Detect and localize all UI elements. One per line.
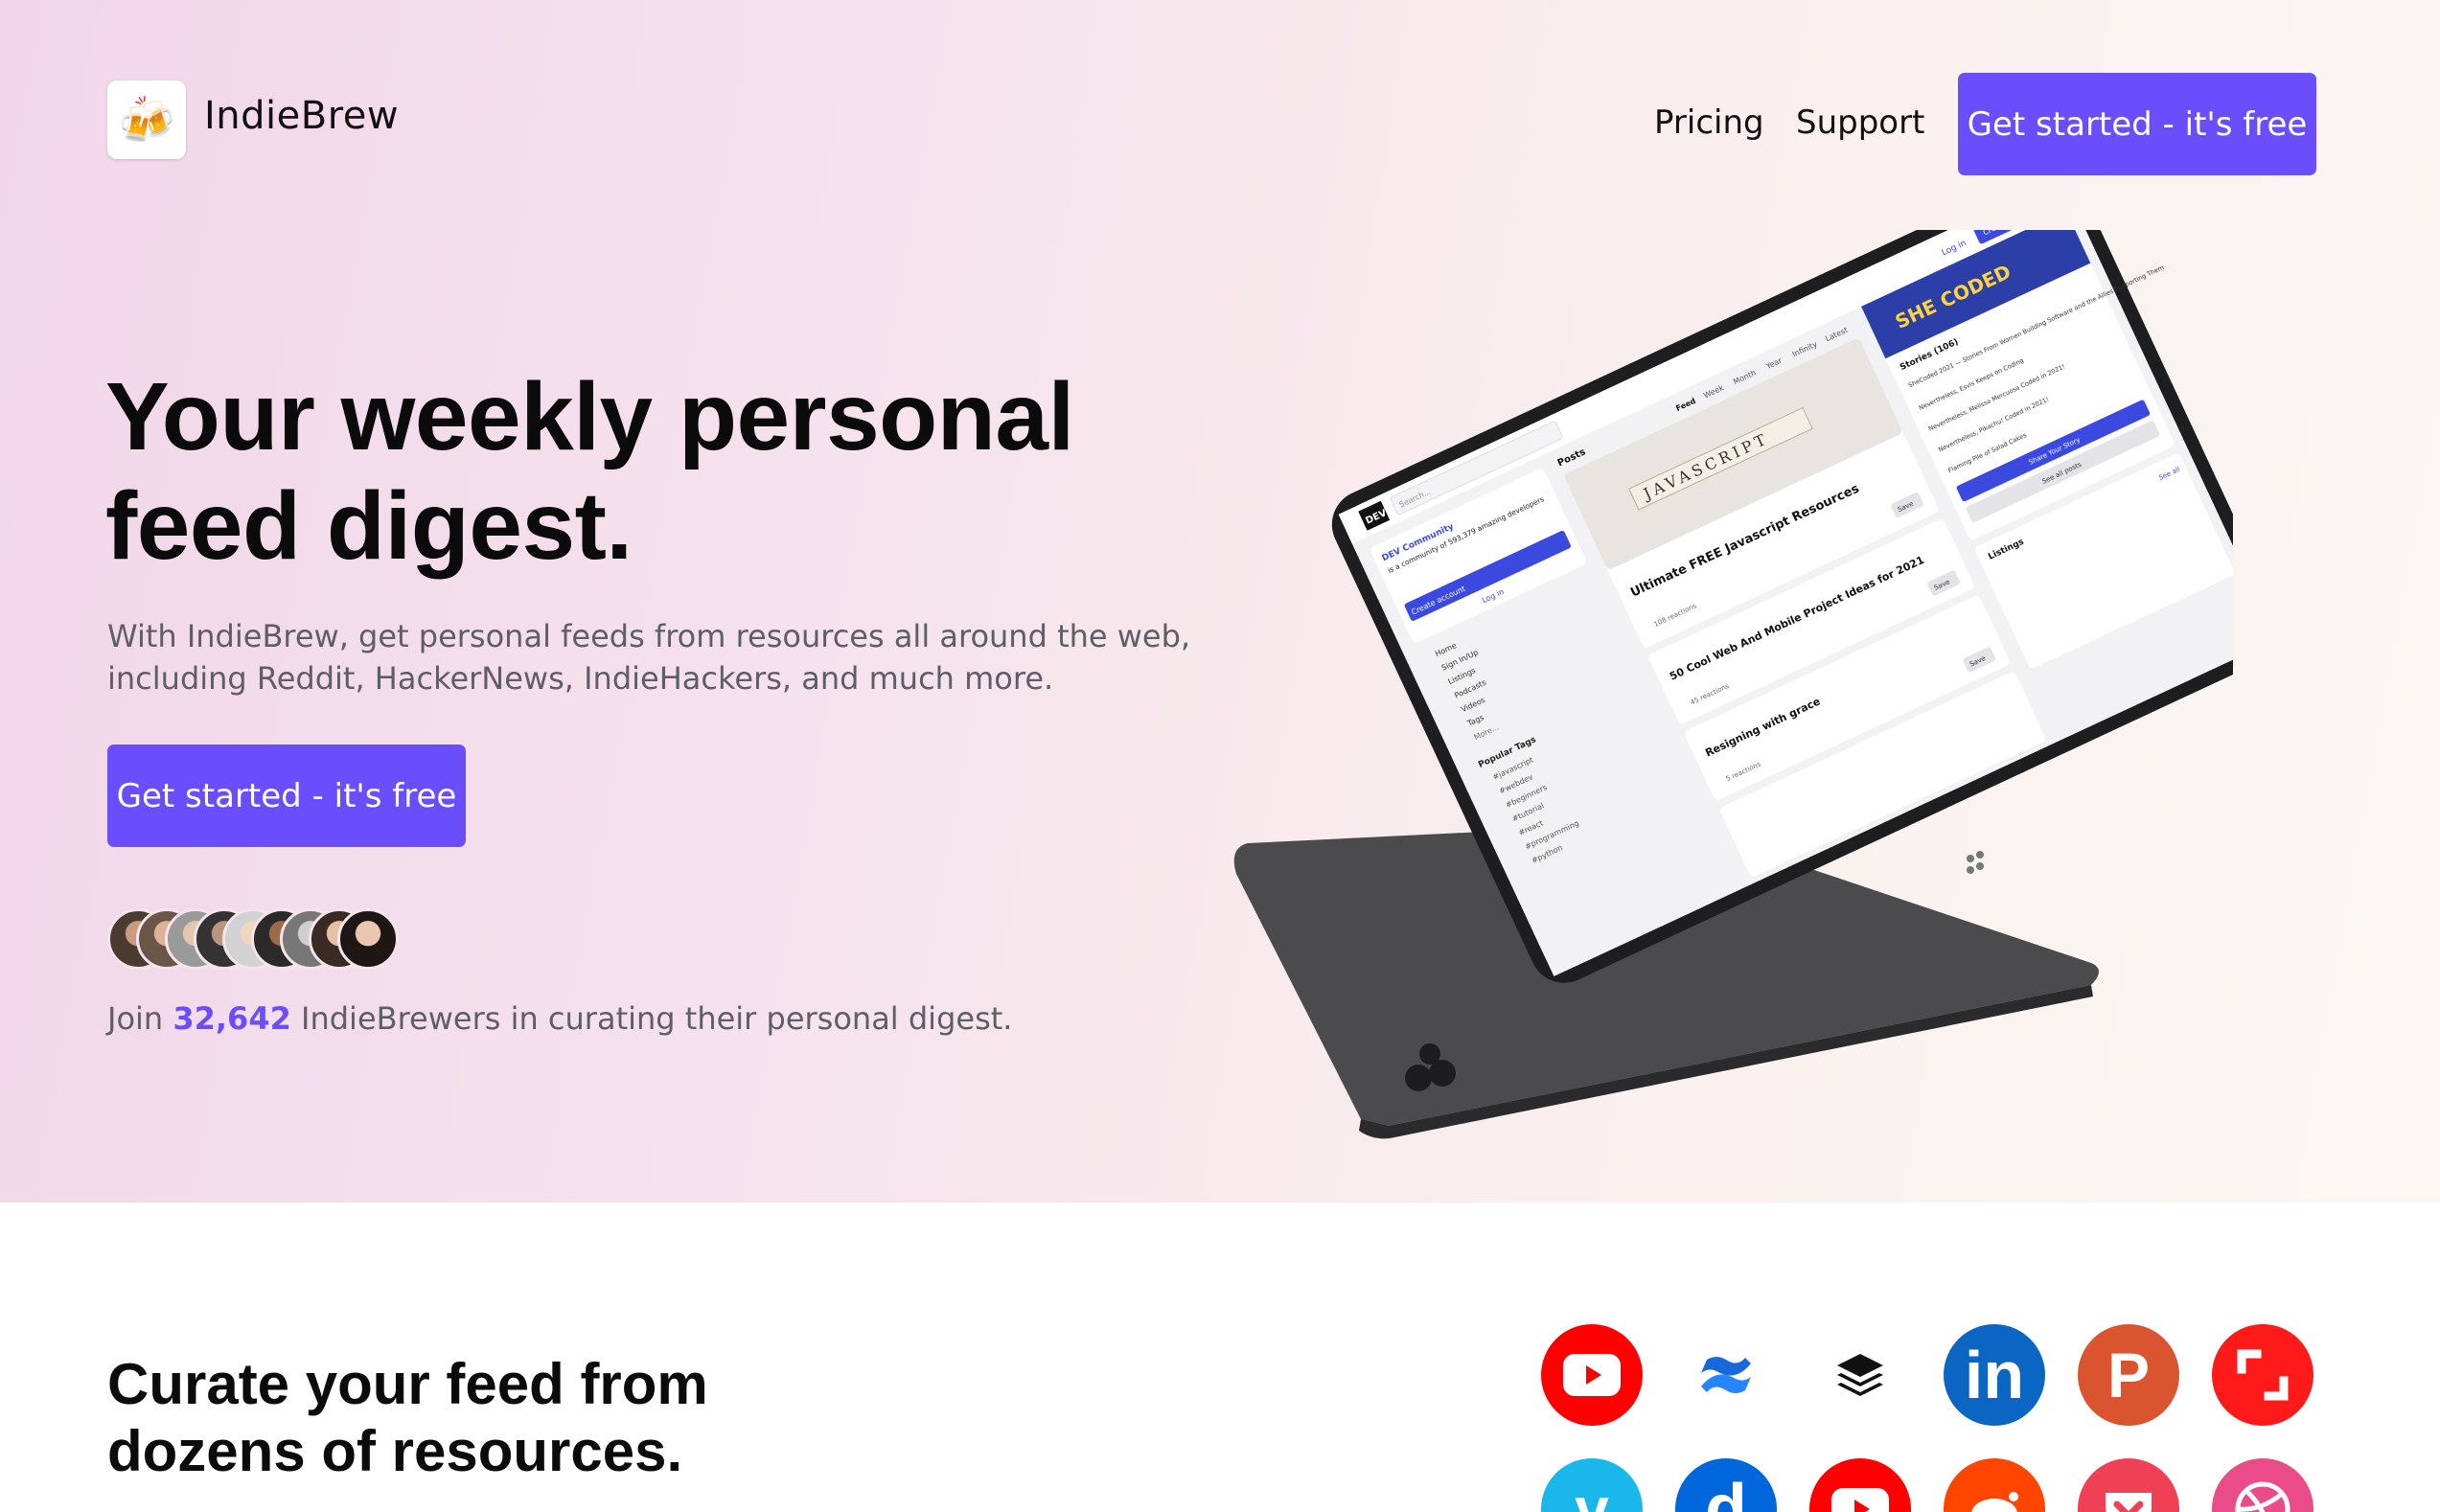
buffer-icon[interactable] <box>1809 1324 1911 1426</box>
confluence-icon[interactable] <box>1675 1324 1777 1426</box>
hero-subtext: With IndieBrew, get personal feeds from … <box>107 615 1209 699</box>
youtube-icon[interactable] <box>1809 1458 1911 1512</box>
headline-line-2: feed digest. <box>105 472 633 580</box>
nav-support-link[interactable]: Support <box>1796 103 1924 142</box>
hero-get-started-button[interactable]: Get started - it's free <box>107 745 466 847</box>
resources-title-line-1: Curate your feed from <box>107 1352 708 1416</box>
join-prefix: Join <box>107 1000 164 1037</box>
youtube-icon[interactable] <box>1541 1324 1643 1426</box>
vimeo-icon[interactable]: v <box>1541 1458 1643 1512</box>
join-suffix: IndieBrewers in curating their personal … <box>301 1000 1013 1037</box>
connector-dot <box>1967 855 1974 862</box>
user-avatar-group <box>107 908 414 970</box>
hero-section: 🍻 IndieBrew Pricing Support Get started … <box>0 0 2440 1203</box>
resources-title-line-2: dozens of resources. <box>107 1419 683 1483</box>
brand-name[interactable]: IndieBrew <box>204 94 399 138</box>
producthunt-icon-text: P <box>2106 1340 2151 1410</box>
camera-icon <box>1405 1065 1432 1091</box>
hero-headline: Your weekly personal feed digest. <box>105 362 1208 581</box>
connector-dot <box>1976 862 1984 870</box>
reddit-icon[interactable] <box>1944 1458 2045 1512</box>
resources-title: Curate your feed from dozens of resource… <box>107 1351 874 1485</box>
connector-dot <box>1976 851 1984 859</box>
producthunt-icon[interactable]: P <box>2078 1324 2179 1426</box>
header-get-started-button[interactable]: Get started - it's free <box>1958 73 2316 175</box>
camera-icon <box>1419 1043 1440 1065</box>
screenshot-icon[interactable] <box>2212 1324 2313 1426</box>
dailymotion-icon-text: d <box>1705 1471 1747 1512</box>
nav-pricing-link[interactable]: Pricing <box>1654 103 1764 142</box>
dailymotion-icon[interactable]: d <box>1675 1458 1777 1512</box>
user-count: 32,642 <box>173 1000 291 1037</box>
headline-line-1: Your weekly personal <box>105 363 1074 470</box>
subtext-line-1: With IndieBrew, get personal feeds from … <box>107 618 1191 654</box>
tablet-svg: DEV Search... Log in Create account DEV … <box>1233 171 2284 1139</box>
dribbble-icon[interactable] <box>2212 1458 2313 1512</box>
resource-icons-grid: in P v d <box>1541 1324 2327 1512</box>
linkedin-icon-text: in <box>1964 1338 2025 1412</box>
tablet-illustration: DEV Search... Log in Create account DEV … <box>1217 171 2284 1150</box>
connector-dot <box>1967 866 1974 874</box>
pocket-icon[interactable] <box>2078 1458 2179 1512</box>
avatar <box>337 908 399 970</box>
join-text: Join 32,642 IndieBrewers in curating the… <box>107 1000 1012 1037</box>
linkedin-icon[interactable]: in <box>1944 1324 2045 1426</box>
subtext-line-2: including Reddit, HackerNews, IndieHacke… <box>107 660 1054 697</box>
logo-icon[interactable]: 🍻 <box>107 80 186 159</box>
